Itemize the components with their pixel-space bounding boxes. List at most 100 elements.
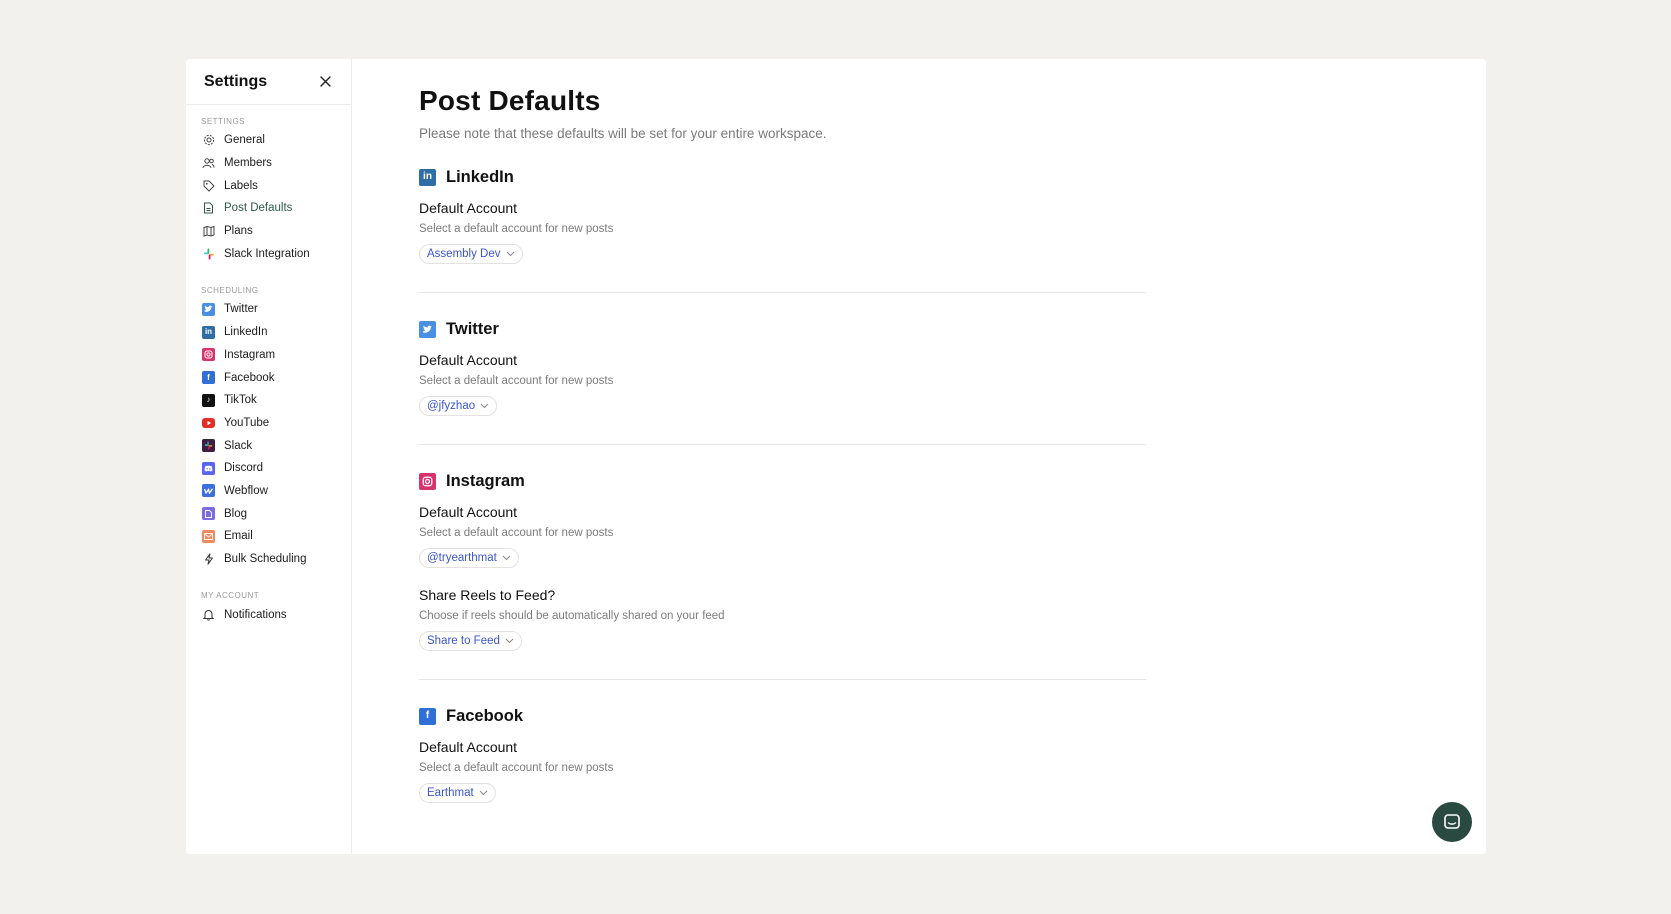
sidebar-title: Settings bbox=[204, 72, 268, 90]
sidebar-item-bulk-scheduling[interactable]: Bulk Scheduling bbox=[186, 548, 351, 571]
field-label: Share Reels to Feed? bbox=[419, 587, 556, 603]
sidebar-item-label: Slack Integration bbox=[224, 247, 310, 260]
chevron-down-icon bbox=[502, 555, 511, 561]
facebook-icon: f bbox=[419, 707, 436, 725]
webflow-icon bbox=[202, 484, 215, 498]
sidebar-item-slack[interactable]: Slack bbox=[186, 434, 351, 457]
sidebar-item-label: Discord bbox=[224, 462, 263, 475]
page-title: Post Defaults bbox=[419, 85, 601, 116]
select-value: @jfyzhao bbox=[427, 400, 476, 412]
sidebar-item-label: LinkedIn bbox=[224, 326, 268, 339]
section-header: Instagram bbox=[419, 471, 1146, 491]
twitter-icon bbox=[419, 320, 436, 338]
close-button[interactable] bbox=[317, 74, 333, 90]
tag-icon bbox=[202, 179, 215, 192]
sidebar-item-email[interactable]: Email bbox=[186, 525, 351, 548]
sidebar-item-label: Facebook bbox=[224, 371, 275, 384]
facebook-default-account-select[interactable]: Earthmat bbox=[419, 783, 496, 803]
select-value: Assembly Dev bbox=[427, 248, 501, 260]
sidebar-item-twitter[interactable]: Twitter bbox=[186, 298, 351, 321]
gear-icon bbox=[202, 134, 215, 147]
tiktok-icon: ♪ bbox=[202, 393, 215, 407]
sidebar-item-slack-integration[interactable]: Slack Integration bbox=[186, 242, 351, 265]
sidebar-item-label: Labels bbox=[224, 179, 258, 192]
instagram-default-account-select[interactable]: @tryearthmat bbox=[419, 548, 519, 568]
close-icon bbox=[319, 76, 331, 87]
page-subtitle: Please note that these defaults will be … bbox=[419, 126, 827, 141]
section-linkedin: in LinkedIn Default Account Select a def… bbox=[419, 141, 1146, 293]
sidebar-item-blog[interactable]: Blog bbox=[186, 502, 351, 525]
section-header: Twitter bbox=[419, 319, 1146, 339]
facebook-icon: f bbox=[202, 371, 215, 385]
sidebar-item-label: Plans bbox=[224, 225, 253, 238]
sidebar-item-general[interactable]: General bbox=[186, 129, 351, 152]
linkedin-icon: in bbox=[202, 325, 215, 339]
document-icon bbox=[202, 202, 215, 215]
sidebar-item-webflow[interactable]: Webflow bbox=[186, 480, 351, 503]
field-label: Default Account bbox=[419, 200, 518, 216]
youtube-icon bbox=[202, 416, 215, 429]
field-description: Select a default account for new posts bbox=[419, 375, 614, 387]
discord-icon bbox=[202, 461, 215, 475]
map-icon bbox=[202, 225, 215, 238]
sidebar-item-post-defaults[interactable]: Post Defaults bbox=[186, 197, 351, 220]
account-nav: Notifications bbox=[186, 600, 351, 626]
slack-icon bbox=[202, 439, 215, 453]
share-reels-select[interactable]: Share to Feed bbox=[419, 631, 522, 651]
twitter-icon bbox=[202, 302, 215, 316]
chat-icon bbox=[1444, 814, 1460, 829]
chevron-down-icon bbox=[505, 638, 514, 644]
blog-icon bbox=[202, 507, 215, 521]
section-title: Facebook bbox=[446, 706, 524, 725]
select-value: Share to Feed bbox=[427, 635, 500, 647]
sidebar-item-youtube[interactable]: YouTube bbox=[186, 412, 351, 435]
sidebar-item-discord[interactable]: Discord bbox=[186, 457, 351, 480]
sidebar-item-label: YouTube bbox=[224, 416, 270, 429]
support-chat-button[interactable] bbox=[1432, 802, 1472, 842]
sidebar-section-settings: SETTINGS bbox=[201, 117, 246, 126]
field-description: Choose if reels should be automatically … bbox=[419, 610, 725, 622]
sidebar-item-members[interactable]: Members bbox=[186, 152, 351, 175]
field-description: Select a default account for new posts bbox=[419, 762, 614, 774]
users-icon bbox=[202, 157, 215, 170]
sidebar-item-label: Bulk Scheduling bbox=[224, 553, 307, 566]
linkedin-default-account-select[interactable]: Assembly Dev bbox=[419, 244, 523, 264]
settings-nav: General Members Labels Post Defaults Pla… bbox=[186, 126, 351, 265]
chevron-down-icon bbox=[479, 790, 488, 796]
field-description: Select a default account for new posts bbox=[419, 527, 614, 539]
field-label: Default Account bbox=[419, 352, 518, 368]
sidebar-item-labels[interactable]: Labels bbox=[186, 174, 351, 197]
sidebar-item-label: General bbox=[224, 134, 265, 147]
sidebar-item-label: Post Defaults bbox=[224, 202, 293, 215]
section-instagram: Instagram Default Account Select a defau… bbox=[419, 445, 1146, 680]
instagram-icon bbox=[202, 348, 215, 362]
sidebar-item-tiktok[interactable]: ♪ TikTok bbox=[186, 389, 351, 412]
sidebar-item-label: Webflow bbox=[224, 484, 268, 497]
share-reels-field: Share Reels to Feed? Choose if reels sho… bbox=[419, 587, 1146, 651]
lightning-icon bbox=[202, 553, 215, 566]
section-title: Twitter bbox=[446, 319, 499, 338]
sidebar-item-facebook[interactable]: f Facebook bbox=[186, 366, 351, 389]
sidebar-item-label: TikTok bbox=[224, 394, 257, 407]
sidebar-item-label: Twitter bbox=[224, 303, 258, 316]
bell-icon bbox=[202, 608, 215, 621]
sidebar-section-my-account: MY ACCOUNT bbox=[201, 591, 260, 601]
instagram-icon bbox=[419, 472, 436, 490]
sidebar-section-scheduling: SCHEDULING bbox=[201, 286, 259, 296]
sidebar-item-notifications[interactable]: Notifications bbox=[186, 603, 351, 626]
sidebar-item-plans[interactable]: Plans bbox=[186, 220, 351, 243]
sidebar-header: Settings bbox=[186, 59, 351, 105]
section-title: LinkedIn bbox=[446, 167, 514, 186]
field-description: Select a default account for new posts bbox=[419, 223, 614, 235]
sidebar-item-label: Instagram bbox=[224, 348, 276, 361]
sidebar-item-instagram[interactable]: Instagram bbox=[186, 344, 351, 367]
sidebar-item-linkedin[interactable]: in LinkedIn bbox=[186, 321, 351, 344]
chevron-down-icon bbox=[506, 251, 515, 257]
section-header: f Facebook bbox=[419, 706, 1146, 726]
twitter-default-account-select[interactable]: @jfyzhao bbox=[419, 396, 498, 416]
chevron-down-icon bbox=[480, 403, 489, 409]
sidebar-item-label: Members bbox=[224, 157, 272, 170]
field-label: Default Account bbox=[419, 504, 518, 520]
settings-modal: Settings SETTINGS General Members Labels… bbox=[186, 59, 1486, 854]
scheduling-nav: Twitter in LinkedIn Instagram f Facebook… bbox=[186, 295, 351, 570]
